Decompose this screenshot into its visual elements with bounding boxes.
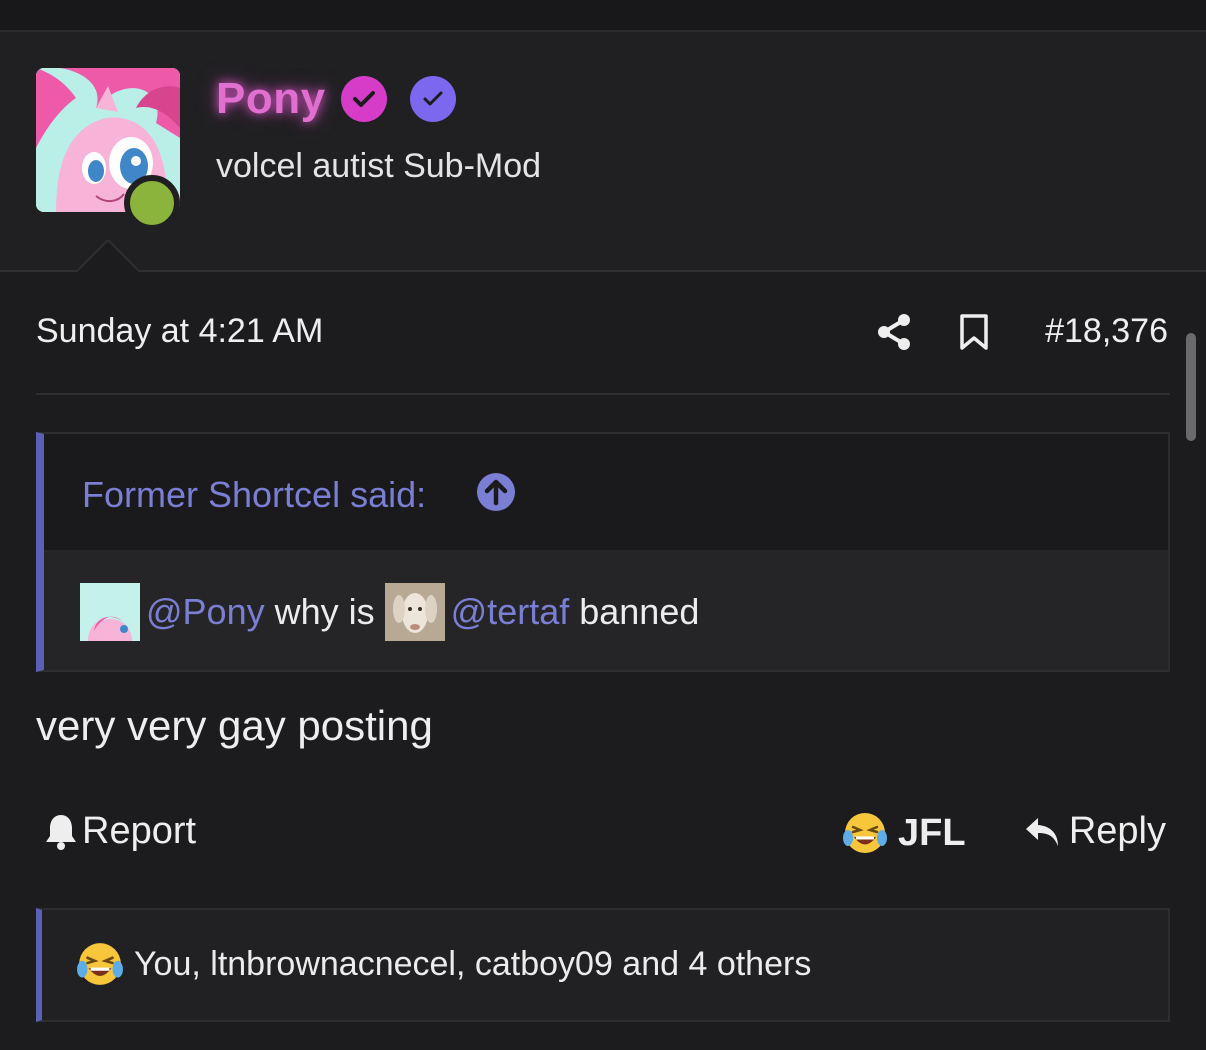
reply-button[interactable]: Reply	[1023, 810, 1166, 853]
post-timestamp[interactable]: Sunday at 4:21 AM	[36, 312, 323, 351]
verified-pink-check-icon	[341, 76, 387, 122]
quote-end-text: banned	[579, 591, 700, 632]
mention-tertaf[interactable]: @tertaf	[451, 591, 570, 633]
jump-to-quote-icon[interactable]	[476, 472, 516, 512]
pony-mini-avatar[interactable]	[80, 583, 140, 641]
username[interactable]: Pony	[216, 74, 326, 124]
bell-icon	[46, 814, 76, 850]
quote-middle-text: why is	[274, 591, 375, 632]
message-pointer-arrow	[74, 240, 142, 274]
verified-purple-check-icon	[410, 76, 456, 122]
laughing-crying-emoji-icon	[77, 943, 123, 985]
quote-content: @Pony why is @tertaf banned	[44, 550, 1168, 670]
scrollbar[interactable]	[1186, 333, 1196, 441]
quote-header[interactable]: Former Shortcel said:	[44, 434, 1168, 550]
reactions-summary-text[interactable]: You, ltnbrownacnecel, catboy09 and 4 oth…	[134, 945, 811, 984]
goat-mini-avatar[interactable]	[384, 583, 445, 641]
quote-author-label[interactable]: Former Shortcel said:	[82, 474, 426, 516]
share-icon[interactable]	[876, 313, 912, 351]
reply-arrow-icon	[1025, 817, 1058, 846]
online-status-indicator	[124, 175, 180, 231]
quote-block: Former Shortcel said: @Pony why is @tert…	[36, 432, 1170, 672]
user-title: volcel autist Sub-Mod	[216, 147, 542, 185]
reactions-summary-row: You, ltnbrownacnecel, catboy09 and 4 oth…	[76, 940, 811, 988]
reactions-bar[interactable]: You, ltnbrownacnecel, catboy09 and 4 oth…	[36, 908, 1170, 1022]
bookmark-icon[interactable]	[958, 313, 990, 351]
divider	[36, 393, 1170, 395]
post-user-header: Pony volcel autist Sub-Mod	[0, 32, 1206, 272]
quote-text-line: @Pony why is @tertaf banned	[80, 582, 709, 642]
jfl-reaction-button[interactable]: JFL	[842, 810, 966, 856]
laughing-crying-emoji-icon	[843, 813, 887, 853]
report-label: Report	[82, 810, 197, 852]
post-number-link[interactable]: #18,376	[1045, 312, 1168, 351]
report-button[interactable]: Report	[44, 810, 196, 853]
reply-label: Reply	[1068, 810, 1166, 852]
top-bar	[0, 0, 1206, 32]
mention-pony[interactable]: @Pony	[146, 591, 265, 633]
jfl-label: JFL	[898, 811, 966, 854]
post-body-text: very very gay posting	[36, 702, 433, 749]
